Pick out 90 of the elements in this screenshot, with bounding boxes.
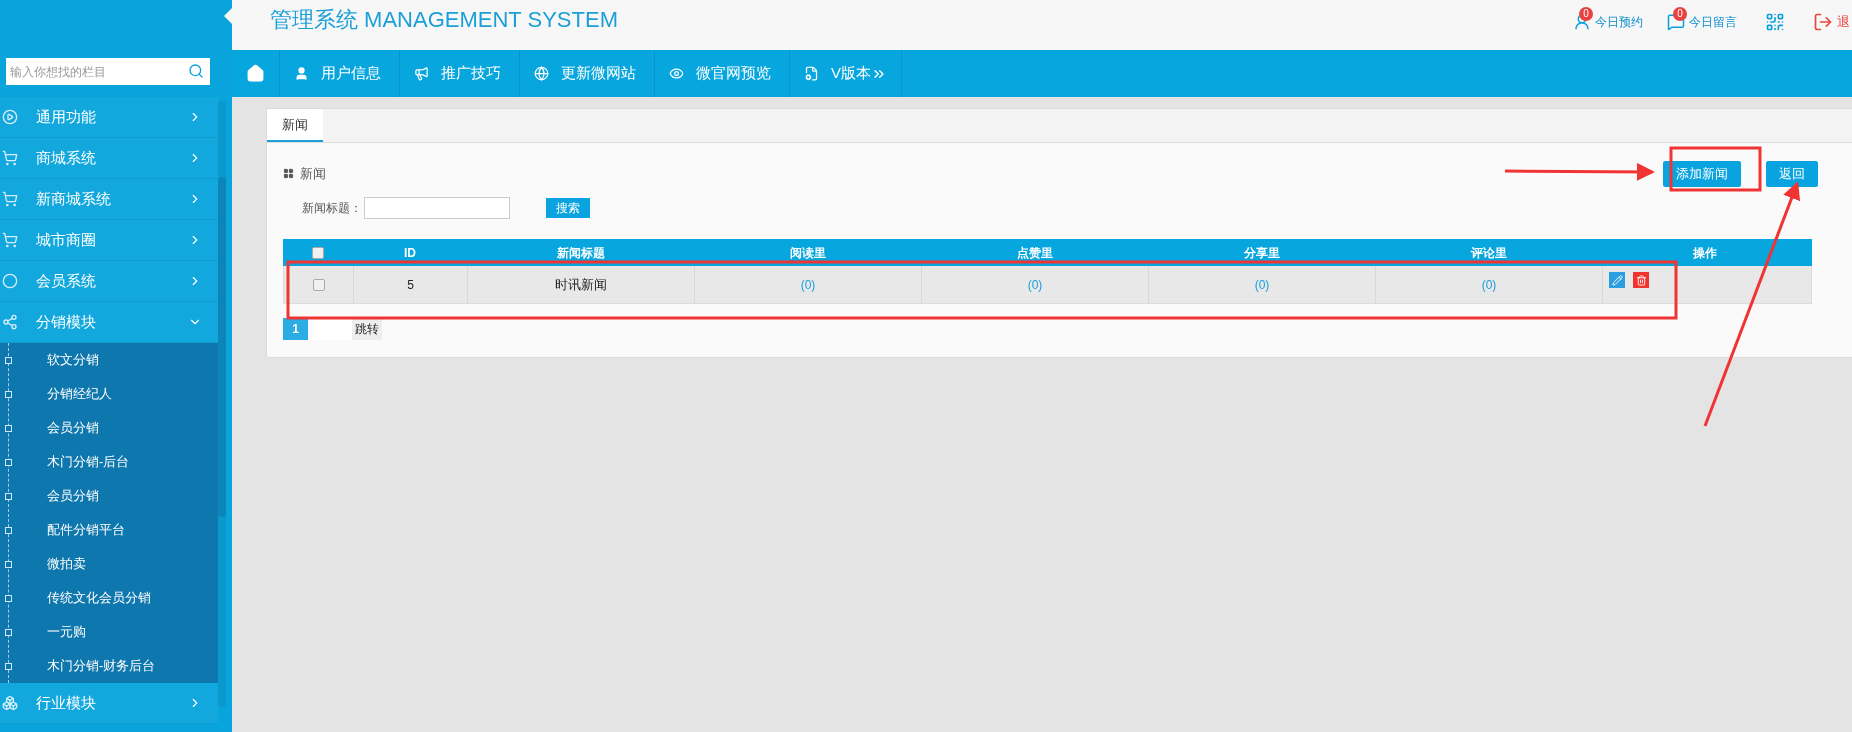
count-badge: 0 [1579, 7, 1593, 21]
column-header: 阅读里 [789, 244, 826, 262]
edit-button[interactable] [1609, 272, 1625, 288]
column-header: 点赞里 [1016, 244, 1053, 262]
eye-icon [669, 66, 684, 81]
circle-icon [2, 273, 18, 289]
nav-tab-label: 推广技巧 [441, 63, 502, 84]
nav-tab[interactable]: 更新微网站 [520, 50, 655, 97]
megaphone-icon [414, 66, 429, 81]
sidebar-submenu-item[interactable]: 分销经纪人 [47, 384, 112, 404]
sidebar-submenu-item[interactable]: 会员分销 [47, 486, 99, 506]
table-cell[interactable]: (0) [1481, 275, 1497, 294]
play-circle-icon [2, 109, 18, 125]
nav-tab-label: V版本 [831, 63, 871, 84]
sidebar-menu-item[interactable]: 新商城系统 [0, 179, 218, 220]
search-icon[interactable] [188, 63, 204, 79]
tree-node-icon [5, 390, 12, 398]
scrollbar-thumb[interactable] [218, 177, 226, 517]
sidebar-submenu-item[interactable]: 传统文化会员分销 [47, 588, 151, 608]
jump-button[interactable]: 跳转 [352, 318, 382, 340]
grid-icon [283, 168, 294, 180]
nav-tab[interactable]: V版本 [790, 50, 902, 97]
sidebar-submenu-item[interactable]: 会员分销 [47, 418, 99, 438]
column-header: ID [404, 244, 416, 262]
tree-node-icon [5, 458, 12, 466]
exit-icon[interactable] [1813, 12, 1833, 32]
column-header: 操作 [1693, 244, 1717, 262]
sidebar-submenu-item[interactable]: 木门分销-财务后台 [47, 656, 156, 676]
system-title: 管理系统 MANAGEMENT SYSTEM [270, 6, 618, 34]
panel-title: 新闻 [300, 165, 326, 183]
cart-icon [2, 150, 18, 166]
header-link[interactable]: 今日留言 [1689, 13, 1737, 31]
delete-button[interactable] [1633, 272, 1649, 288]
table-cell-text: 时讯新闻 [555, 275, 607, 294]
sidebar-menu-item[interactable]: 行业模块 [0, 683, 218, 724]
search-button[interactable]: 搜索 [546, 198, 590, 218]
checkbox[interactable] [312, 278, 325, 291]
tab[interactable]: 新闻 [267, 109, 323, 142]
add-news-button[interactable]: 添加新闻 [1663, 161, 1741, 187]
home-icon [246, 64, 265, 83]
tree-node-icon [5, 594, 12, 602]
sidebar-menu-item[interactable]: 会员系统 [0, 261, 218, 302]
sidebar-menu-item[interactable]: 通用功能 [0, 97, 218, 138]
table-cell[interactable]: (0) [1027, 275, 1043, 294]
tree-node-icon [5, 356, 12, 364]
sidebar-submenu-item[interactable]: 软文分销 [47, 350, 99, 370]
scrollbar[interactable] [218, 101, 226, 707]
cart-icon [2, 232, 18, 248]
checkbox[interactable] [312, 246, 324, 259]
tree-node-icon [5, 424, 12, 432]
nav-tab[interactable]: 推广技巧 [400, 50, 520, 97]
logout-link[interactable]: 退 [1837, 12, 1850, 32]
sidebar-menu-item[interactable]: 分销模块 [0, 302, 218, 343]
column-header: 分享里 [1243, 244, 1280, 262]
table-cell[interactable]: (0) [1254, 275, 1270, 294]
share-icon [2, 314, 18, 330]
search-field[interactable]: 输入你想找的栏目 [6, 58, 210, 85]
news-title-field[interactable] [364, 197, 510, 219]
sidebar-submenu-item[interactable]: 一元购 [47, 622, 86, 642]
tree-node-icon [5, 662, 12, 670]
nav-tab[interactable]: 微官网预览 [655, 50, 790, 97]
sidebar-submenu-item[interactable]: 木门分销-后台 [47, 452, 130, 472]
globe-icon [534, 66, 549, 81]
column-header: 新闻标题 [556, 244, 605, 262]
cart-icon [2, 191, 18, 207]
header-link[interactable]: 今日预约 [1595, 13, 1643, 31]
back-button[interactable]: 返回 [1766, 161, 1818, 187]
field-label: 新闻标题： [302, 200, 362, 217]
table-cell[interactable]: (0) [800, 275, 816, 294]
nav-tab-label: 微官网预览 [696, 63, 772, 84]
page-number-field[interactable] [312, 318, 352, 340]
sidebar-menu-item[interactable]: 商城系统 [0, 138, 218, 179]
sidebar-submenu-item[interactable]: 微拍卖 [47, 554, 86, 574]
count-badge: 0 [1673, 7, 1687, 21]
user-icon [294, 66, 309, 81]
tree-node-icon [5, 560, 12, 568]
nav-tab-label: 用户信息 [321, 63, 382, 84]
tree-node-icon [5, 628, 12, 636]
column-header: 评论里 [1470, 244, 1507, 262]
tree-node-icon [5, 526, 12, 534]
tree-node-icon [5, 492, 12, 500]
nav-tab-label: 更新微网站 [561, 63, 637, 84]
sidebar-menu-item[interactable]: 城市商圈 [0, 220, 218, 261]
table-cell-text: 5 [407, 276, 414, 294]
qr-code-icon[interactable] [1765, 12, 1785, 32]
document-gear-icon [804, 66, 819, 81]
shapes-icon [2, 695, 18, 711]
nav-tab[interactable]: 用户信息 [280, 50, 400, 97]
sidebar-submenu-item[interactable]: 配件分销平台 [47, 520, 125, 540]
page-button[interactable]: 1 [283, 318, 308, 340]
